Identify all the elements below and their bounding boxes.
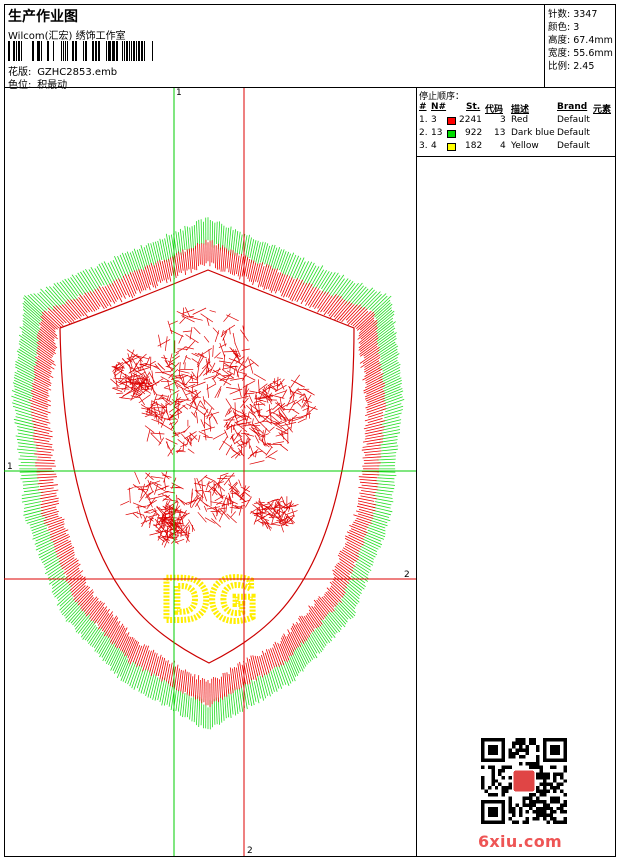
col-header-num: # <box>419 102 427 112</box>
design-canvas: DG 1 1 2 2 <box>4 88 417 857</box>
table-row: 3. 4 182 4 Yellow Default <box>417 141 616 154</box>
color-swatch <box>447 130 456 138</box>
col-header-needle: N# <box>431 102 447 112</box>
guide-label-h2: 2 <box>404 570 410 580</box>
col-header-code: 代码 <box>485 105 504 115</box>
barcode <box>8 41 153 61</box>
row-brand: Default <box>557 128 590 138</box>
stitch-count: 针数: 3347 <box>548 9 598 20</box>
row-code: 13 <box>494 128 506 138</box>
badge-letters: DG <box>161 566 257 634</box>
design-width: 宽度: 55.6mm <box>548 48 613 59</box>
color-count: 颜色: 3 <box>548 22 580 33</box>
row-stitches: 922 <box>465 128 483 138</box>
row-needle: 13 <box>431 128 443 138</box>
guide-label-h1: 1 <box>7 462 13 472</box>
col-header-st: St. <box>466 102 481 112</box>
sheet-title: 生产作业图 <box>8 9 78 25</box>
table-row: 1. 3 2241 3 Red Default <box>417 115 616 128</box>
col-header-desc: 描述 <box>511 105 530 115</box>
watermark-logo: 6xiu.com <box>478 832 562 851</box>
row-desc: Yellow <box>511 141 539 151</box>
company-name: Wilcom(汇宏) 绣饰工作室 <box>8 31 126 42</box>
row-brand: Default <box>557 141 590 151</box>
row-index: 1. <box>419 115 428 125</box>
guide-label-v1: 1 <box>176 88 182 98</box>
embroidery-design-preview: DG <box>4 88 416 856</box>
row-needle: 3 <box>431 115 437 125</box>
row-index: 3. <box>419 141 428 151</box>
row-needle: 4 <box>431 141 437 151</box>
header-info: 生产作业图 Wilcom(汇宏) 绣饰工作室 花版: GZHC2853.emb … <box>4 4 545 91</box>
row-brand: Default <box>557 115 590 125</box>
col-header-brand: Brand <box>557 102 588 112</box>
stop-sequence-title: 停止顺序： <box>419 92 465 102</box>
row-index: 2. <box>419 128 428 138</box>
qr-code <box>481 738 567 824</box>
row-stitches: 182 <box>465 141 483 151</box>
table-row: 2. 13 922 13 Dark blue Default <box>417 128 616 141</box>
design-height: 高度: 67.4mm <box>548 35 613 46</box>
row-stitches: 2241 <box>459 115 482 125</box>
guide-label-v2: 2 <box>247 846 253 856</box>
color-swatch <box>447 143 456 151</box>
color-swatch <box>447 117 456 125</box>
design-scale: 比例: 2.45 <box>548 61 595 72</box>
row-desc: Dark blue <box>511 128 555 138</box>
design-stats: 针数: 3347 颜色: 3 高度: 67.4mm 宽度: 55.6mm 比例:… <box>545 4 616 88</box>
col-header-element: 元素 <box>593 105 612 115</box>
row-code: 3 <box>500 115 506 125</box>
row-desc: Red <box>511 115 529 125</box>
stop-sequence-table: 停止顺序： # N# St. 代码 描述 Brand 元素 1. 3 2241 … <box>417 88 616 157</box>
row-code: 4 <box>500 141 506 151</box>
